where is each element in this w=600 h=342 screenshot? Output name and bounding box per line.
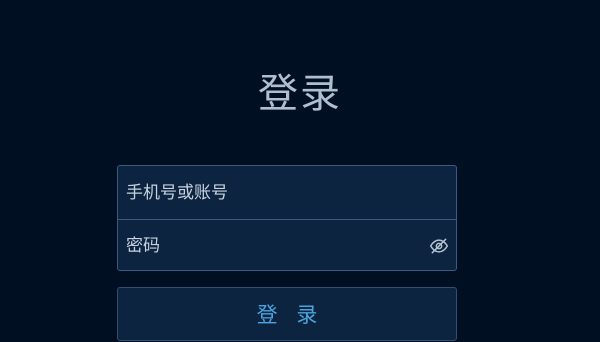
- page-title: 登录: [258, 71, 342, 117]
- eye-off-icon[interactable]: [428, 235, 450, 257]
- login-button[interactable]: 登 录: [117, 287, 457, 341]
- username-input[interactable]: [118, 166, 456, 219]
- login-form: [117, 165, 457, 271]
- password-field-row: [118, 219, 456, 270]
- username-field-row: [118, 166, 456, 219]
- password-input[interactable]: [118, 220, 456, 270]
